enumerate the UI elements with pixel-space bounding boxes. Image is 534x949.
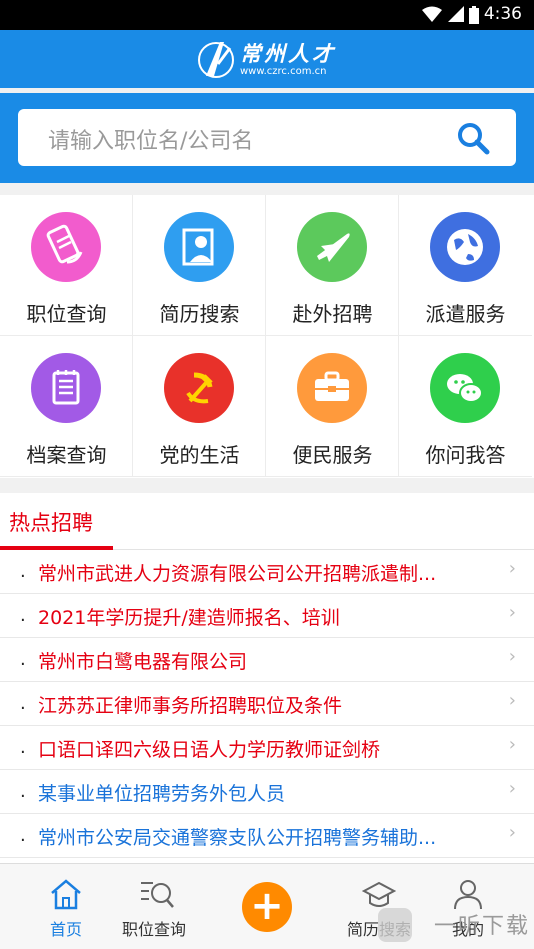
job-search-icon bbox=[31, 212, 101, 282]
status-bar: 4:36 bbox=[0, 0, 534, 30]
grid-item-resume-search[interactable]: 简历搜索 bbox=[133, 195, 266, 336]
function-grid: 职位查询 简历搜索 赴外招聘 派遣服务 档案查询 党的生活 便民服务 你问我答 bbox=[0, 195, 534, 478]
news-title: 常州市武进人力资源有限公司公开招聘派遣制... bbox=[38, 563, 437, 585]
chevron-right-icon: › bbox=[508, 690, 516, 711]
grid-item-qa[interactable]: 你问我答 bbox=[399, 336, 532, 477]
chevron-right-icon: › bbox=[508, 734, 516, 755]
bullet: . bbox=[20, 737, 26, 758]
logo-url: www.czrc.com.cn bbox=[240, 66, 327, 77]
hot-recruitment-section: 热点招聘 . 常州市武进人力资源有限公司公开招聘派遣制... ›. 2021年学历提升… bbox=[0, 493, 534, 863]
bullet: . bbox=[20, 561, 26, 582]
watermark-logo-icon bbox=[378, 908, 412, 942]
grid-item-dispatch-service[interactable]: 派遣服务 bbox=[399, 195, 532, 336]
chevron-right-icon: › bbox=[508, 822, 516, 843]
signal-icon bbox=[448, 6, 464, 22]
bullet: . bbox=[20, 781, 26, 802]
tab-label: 首页 bbox=[49, 920, 82, 939]
grid-item-job-search[interactable]: 职位查询 bbox=[0, 195, 133, 336]
news-title: 常州市公安局交通警察支队公开招聘警务辅助... bbox=[38, 827, 437, 849]
chevron-right-icon: › bbox=[508, 558, 516, 579]
grid-item-label: 派遣服务 bbox=[425, 302, 506, 326]
watermark: 一听下载 bbox=[433, 914, 530, 939]
tab-home[interactable]: 首页 bbox=[16, 864, 116, 949]
app-header: 常州人才 www.czrc.com.cn bbox=[0, 30, 534, 88]
clock: 4:36 bbox=[483, 4, 522, 24]
grid-item-label: 赴外招聘 bbox=[292, 302, 373, 326]
tab-label: 职位查询 bbox=[121, 920, 186, 939]
news-item[interactable]: . 2021年学历提升/建造师报名、培训 › bbox=[0, 594, 534, 638]
news-item[interactable]: . 某事业单位招聘劳务外包人员 › bbox=[0, 770, 534, 814]
grid-item-label: 档案查询 bbox=[26, 443, 107, 467]
grid-item-outbound-recruit[interactable]: 赴外招聘 bbox=[266, 195, 399, 336]
news-item[interactable]: . 口语口译四六级日语人力学历教师证剑桥 › bbox=[0, 726, 534, 770]
logo-mark-icon bbox=[198, 42, 234, 78]
home-icon bbox=[51, 879, 81, 910]
news-title: 江苏苏正律师事务所招聘职位及条件 bbox=[38, 695, 343, 717]
battery-icon bbox=[469, 6, 479, 24]
news-item[interactable]: . 常州市武进人力资源有限公司公开招聘派遣制... › bbox=[0, 550, 534, 594]
news-item[interactable]: . 江苏苏正律师事务所招聘职位及条件 › bbox=[0, 682, 534, 726]
grid-item-label: 简历搜索 bbox=[159, 302, 240, 326]
chevron-right-icon: › bbox=[508, 602, 516, 623]
party-emblem-icon bbox=[164, 353, 234, 423]
news-title: 2021年学历提升/建造师报名、培训 bbox=[38, 607, 340, 629]
bullet: . bbox=[20, 649, 26, 670]
add-button[interactable]: + bbox=[242, 882, 292, 932]
toolbox-icon bbox=[297, 353, 367, 423]
news-title: 常州市白鹭电器有限公司 bbox=[38, 651, 248, 673]
grid-item-party-life[interactable]: 党的生活 bbox=[133, 336, 266, 477]
wifi-icon bbox=[422, 6, 442, 22]
bullet: . bbox=[20, 825, 26, 846]
grid-item-label: 便民服务 bbox=[292, 443, 373, 467]
search-icon[interactable] bbox=[456, 121, 490, 155]
search-input[interactable]: 请输入职位名/公司名 bbox=[18, 109, 516, 166]
search-placeholder: 请输入职位名/公司名 bbox=[48, 129, 254, 154]
news-title: 某事业单位招聘劳务外包人员 bbox=[38, 783, 286, 805]
chevron-right-icon: › bbox=[508, 778, 516, 799]
grid-item-label: 你问我答 bbox=[425, 443, 506, 467]
app-logo: 常州人才 www.czrc.com.cn bbox=[196, 36, 346, 82]
bullet: . bbox=[20, 605, 26, 626]
chevron-right-icon: › bbox=[508, 646, 516, 667]
tab-job-search[interactable]: 职位查询 bbox=[104, 864, 204, 949]
globe-icon bbox=[430, 212, 500, 282]
file-icon bbox=[31, 353, 101, 423]
graduation-cap-icon bbox=[362, 881, 396, 907]
search-area: 请输入职位名/公司名 bbox=[0, 93, 534, 183]
bottom-tab-bar: 首页 职位查询 + 简历搜索 我的 一听下载 bbox=[0, 863, 534, 949]
airplane-icon bbox=[297, 212, 367, 282]
news-title: 口语口译四六级日语人力学历教师证剑桥 bbox=[38, 739, 381, 761]
grid-item-label: 党的生活 bbox=[159, 443, 240, 467]
resume-icon bbox=[164, 212, 234, 282]
grid-item-label: 职位查询 bbox=[26, 302, 107, 326]
grid-item-public-service[interactable]: 便民服务 bbox=[266, 336, 399, 477]
logo-title: 常州人才 bbox=[240, 41, 336, 66]
user-icon bbox=[454, 880, 482, 910]
bullet: . bbox=[20, 693, 26, 714]
hot-recruitment-title: 热点招聘 bbox=[9, 511, 93, 535]
news-item[interactable]: . 常州市公安局交通警察支队公开招聘警务辅助... › bbox=[0, 814, 534, 858]
grid-item-archive-query[interactable]: 档案查询 bbox=[0, 336, 133, 477]
chat-icon bbox=[430, 353, 500, 423]
news-item[interactable]: . 常州市白鹭电器有限公司 › bbox=[0, 638, 534, 682]
search-list-icon bbox=[141, 882, 174, 908]
